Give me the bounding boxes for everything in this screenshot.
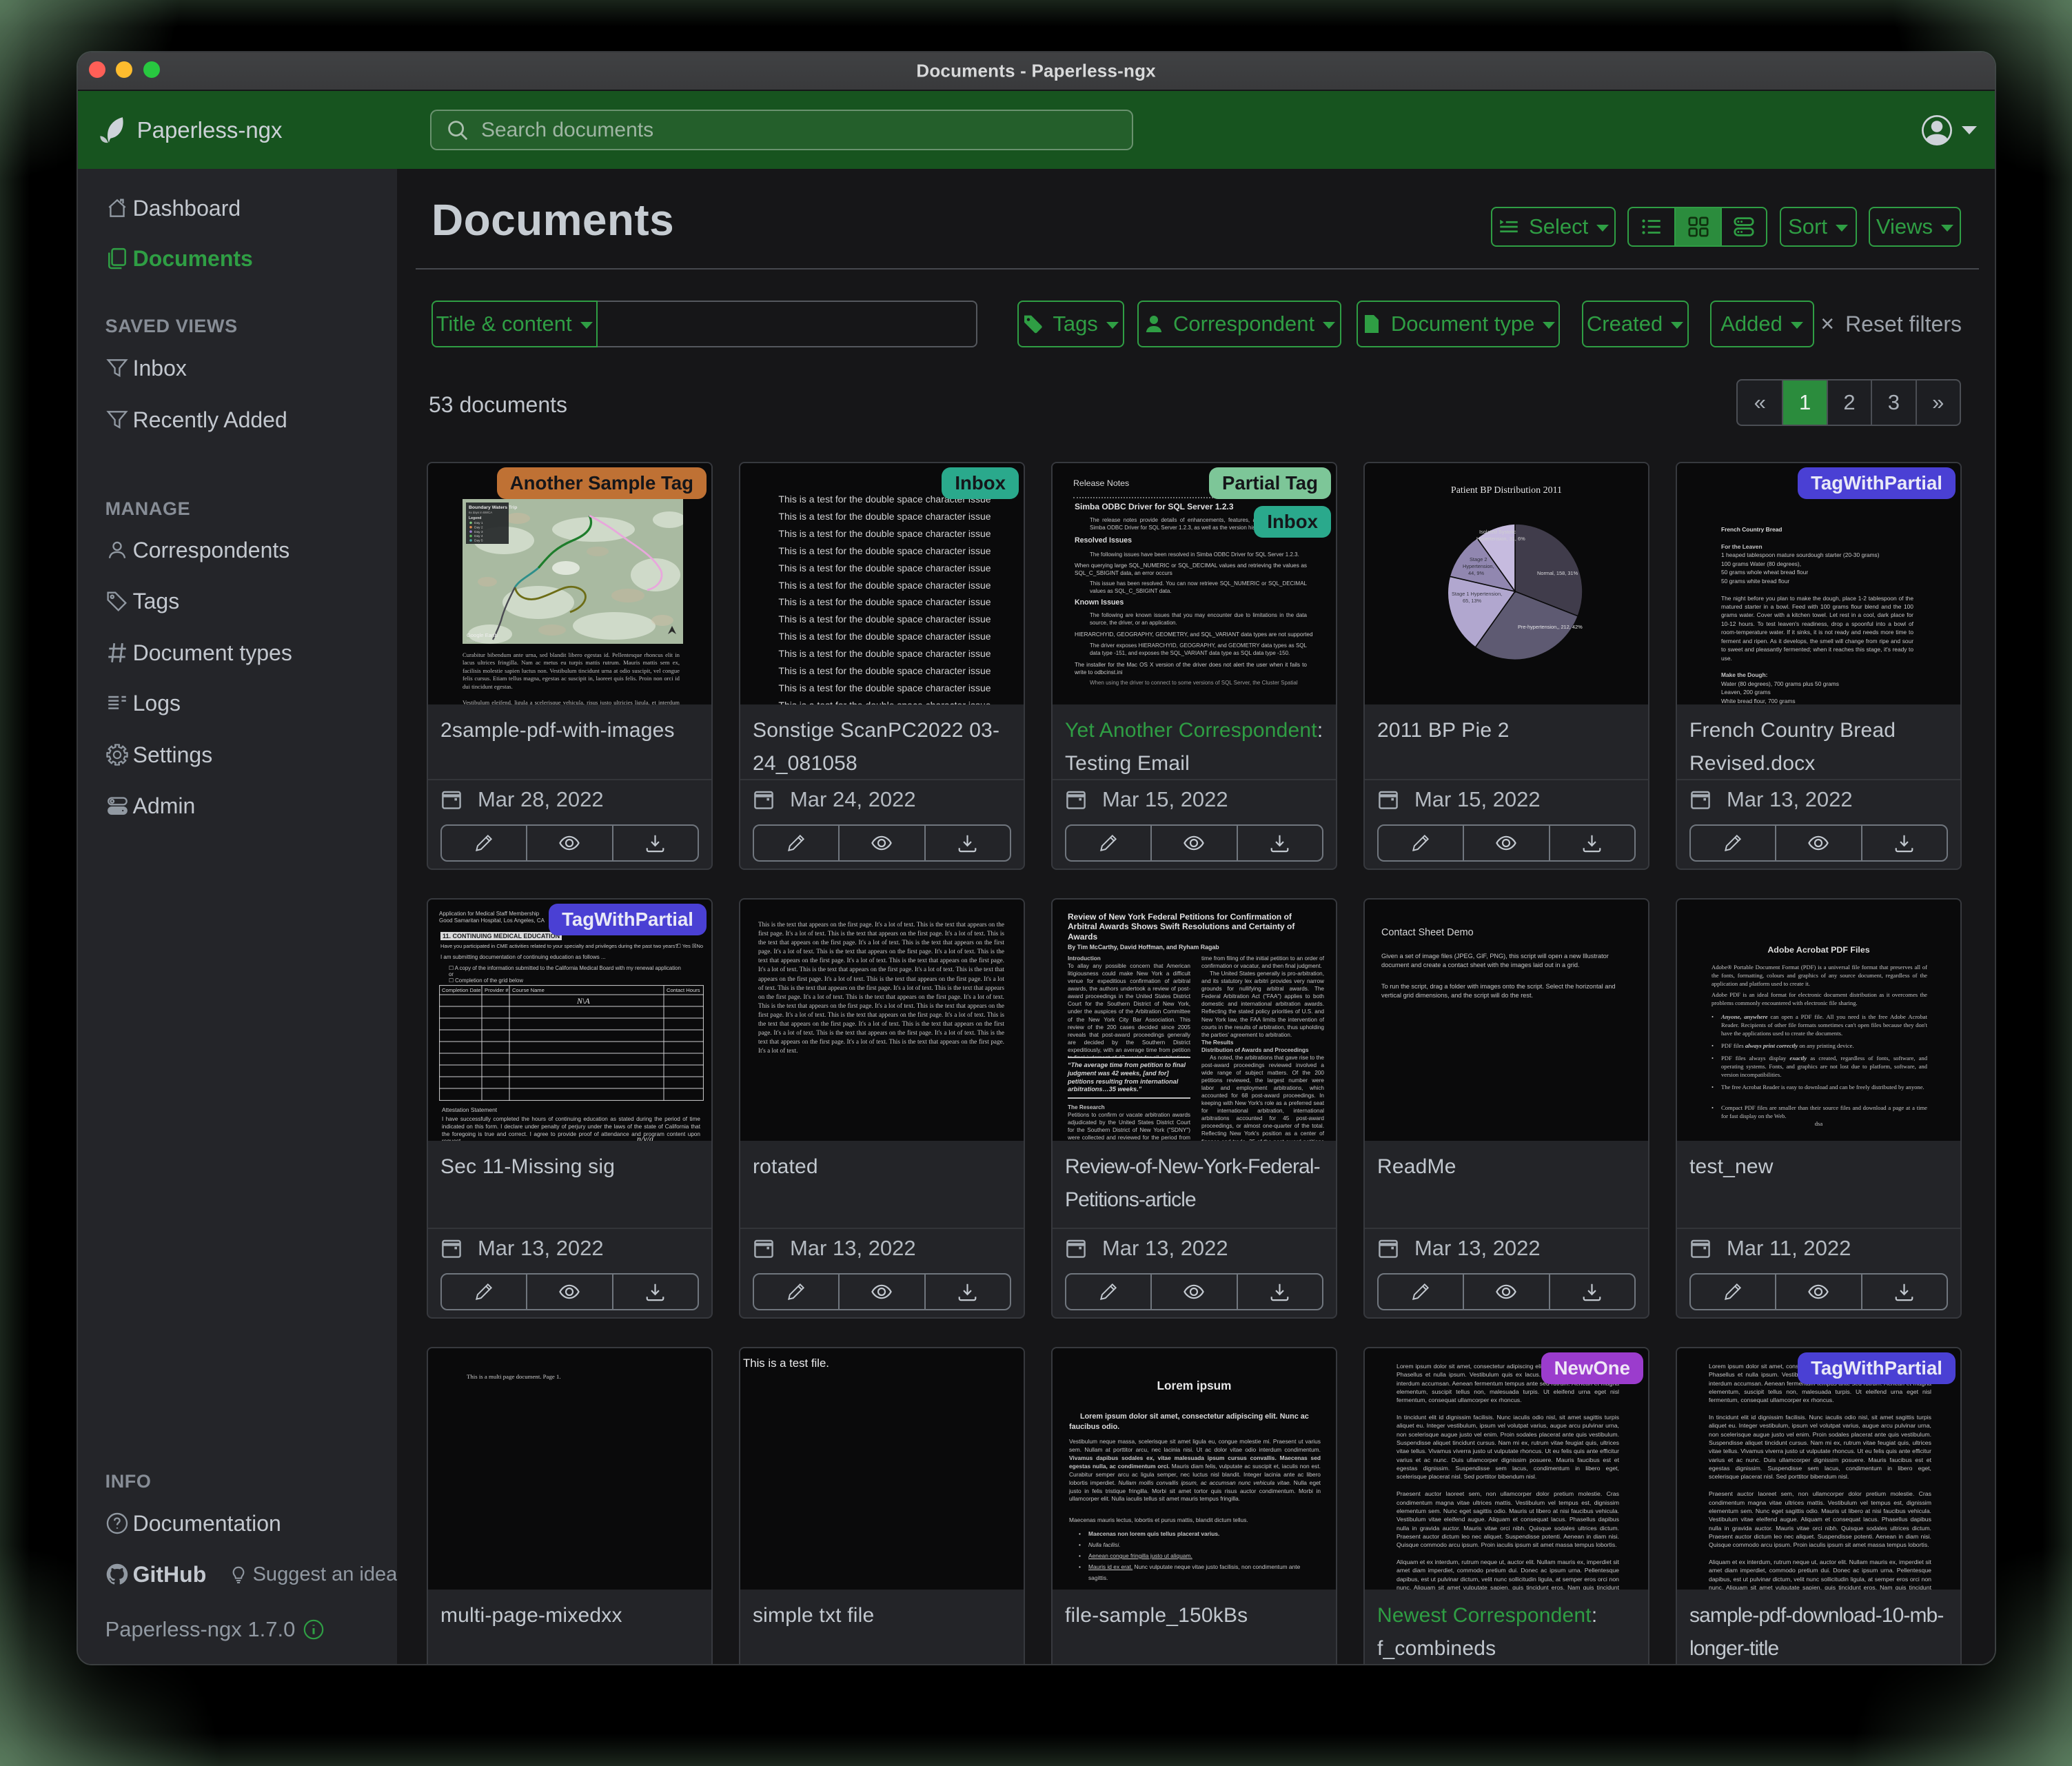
svg-text:Day 1: Day 1: [474, 521, 483, 525]
svg-text:Isolated Systolic: Isolated Systolic: [1479, 529, 1516, 535]
svg-text:Completion Date: Completion Date: [442, 987, 481, 993]
svg-text:Contact Hours: Contact Hours: [667, 987, 700, 993]
svg-text:Day 5: Day 5: [474, 539, 483, 543]
svg-text:6x days in BWCA: 6x days in BWCA: [469, 511, 492, 514]
svg-text:65, 13%: 65, 13%: [1463, 598, 1482, 604]
svg-text:Provider #: Provider #: [485, 987, 509, 993]
svg-text:Day 3: Day 3: [474, 530, 483, 534]
svg-text:Day 2: Day 2: [474, 525, 483, 529]
svg-text:Stage 2: Stage 2: [1470, 556, 1487, 562]
svg-text:Legend: Legend: [469, 516, 481, 520]
svg-text:Stage 1 Hypertension,: Stage 1 Hypertension,: [1452, 591, 1502, 597]
svg-text:N\A: N\A: [576, 996, 590, 1006]
svg-text:Hypertension, 31, 6%: Hypertension, 31, 6%: [1476, 536, 1525, 542]
svg-text:Day 4: Day 4: [474, 534, 483, 538]
svg-text:Hypertension,: Hypertension,: [1463, 563, 1494, 569]
svg-text:Google Earth: Google Earth: [467, 632, 498, 638]
svg-text:©2021 Google: ©2021 Google: [467, 640, 483, 642]
svg-text:44, 9%: 44, 9%: [1468, 570, 1484, 576]
svg-text:Boundary Waters Trip: Boundary Waters Trip: [469, 505, 517, 510]
svg-text:Course Name: Course Name: [512, 987, 545, 993]
svg-text:Pre-hypertension,, 212, 42%: Pre-hypertension,, 212, 42%: [1518, 624, 1583, 630]
svg-text:Normal, 158, 31%: Normal, 158, 31%: [1537, 570, 1578, 576]
